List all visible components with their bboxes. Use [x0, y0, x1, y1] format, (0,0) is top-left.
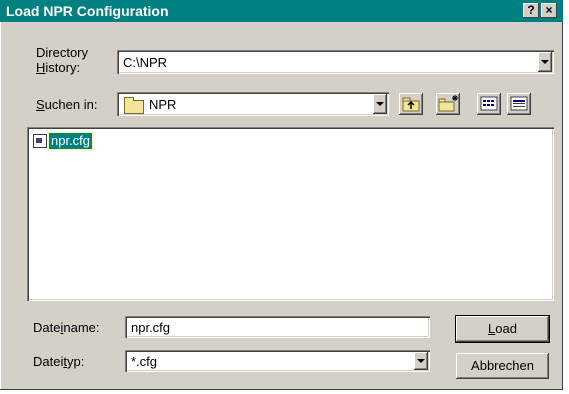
dialog-title: Load NPR Configuration — [6, 3, 169, 19]
chevron-down-icon — [417, 359, 425, 363]
close-button[interactable]: × — [541, 3, 557, 18]
up-one-level-button[interactable] — [399, 93, 423, 115]
filetype-dropdown-button[interactable] — [414, 352, 428, 370]
help-button[interactable]: ? — [523, 3, 539, 18]
directory-history-label: Directory History: — [36, 45, 89, 75]
load-button[interactable]: Load — [456, 316, 549, 342]
folder-up-icon — [402, 97, 420, 112]
details-view-icon — [510, 96, 528, 111]
load-config-dialog: Load NPR Configuration ? × Directory His… — [0, 0, 563, 390]
directory-history-value: C:\NPR — [123, 55, 168, 70]
look-in-value: NPR — [149, 97, 177, 112]
chevron-down-icon — [541, 60, 549, 64]
details-view-button[interactable] — [507, 93, 531, 115]
help-icon: ? — [527, 3, 535, 17]
list-view-button[interactable] — [477, 93, 501, 115]
close-icon: × — [545, 3, 553, 17]
directory-history-dropdown-button[interactable] — [538, 52, 552, 72]
directory-history-combo[interactable]: C:\NPR — [117, 50, 554, 74]
folder-icon — [124, 97, 144, 114]
cancel-button[interactable]: Abbrechen — [456, 353, 549, 379]
filename-input[interactable]: npr.cfg — [125, 316, 430, 338]
file-icon — [33, 134, 47, 148]
filename-value: npr.cfg — [131, 320, 171, 335]
look-in-label: Suchen in: — [36, 97, 98, 112]
new-folder-button[interactable] — [436, 93, 460, 115]
chevron-down-icon — [376, 102, 384, 106]
file-list[interactable]: npr.cfg — [27, 127, 554, 301]
list-view-icon — [480, 96, 498, 111]
look-in-dropdown-button[interactable] — [373, 94, 387, 114]
filetype-label: Dateityp: — [33, 354, 85, 369]
filename-label: Dateiname: — [33, 320, 100, 335]
filetype-combo[interactable]: *.cfg — [125, 350, 430, 372]
new-folder-icon — [438, 95, 458, 112]
look-in-combo[interactable]: NPR — [117, 92, 389, 116]
title-bar[interactable]: Load NPR Configuration ? × — [0, 0, 563, 22]
file-name: npr.cfg — [47, 132, 94, 150]
filetype-value: *.cfg — [131, 354, 158, 369]
